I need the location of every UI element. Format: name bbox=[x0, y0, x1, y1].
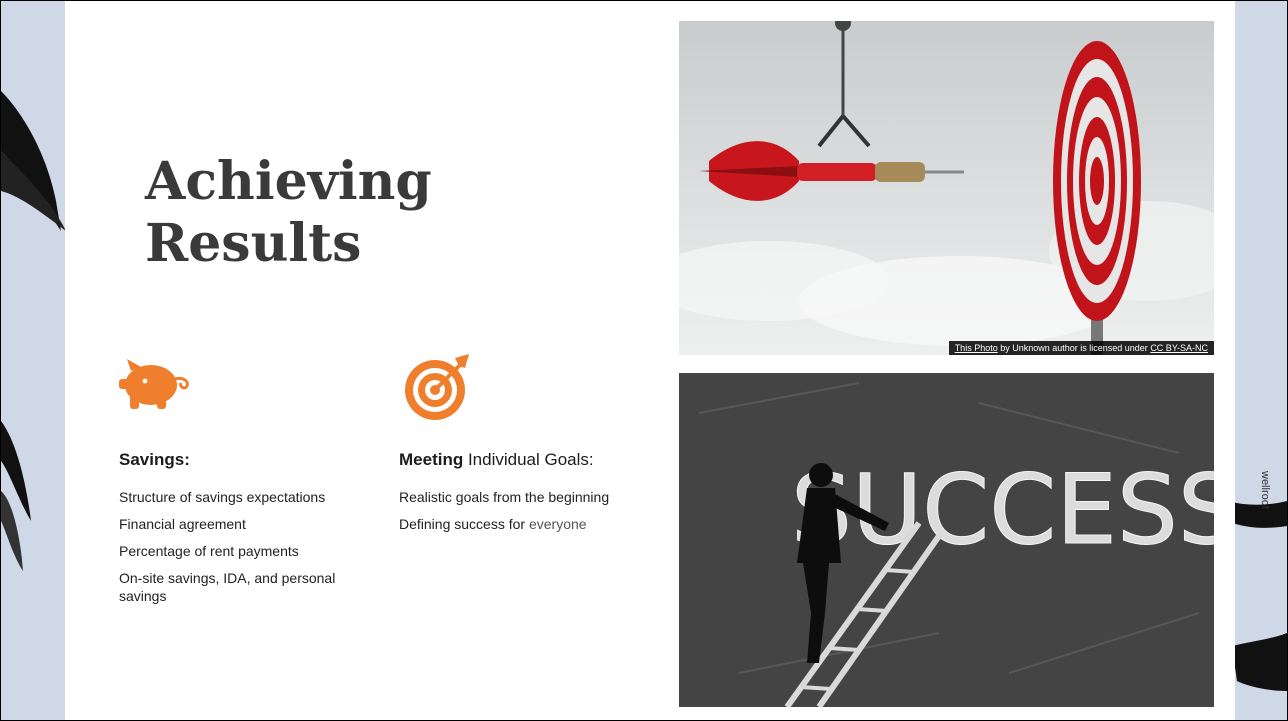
savings-item: On-site savings, IDA, and personal savin… bbox=[119, 570, 336, 604]
title-line-2: Results bbox=[145, 213, 362, 274]
goals-item: Realistic goals from the beginning bbox=[399, 489, 610, 505]
savings-heading: Savings: bbox=[119, 450, 190, 469]
side-logo-text: wellroot bbox=[1259, 471, 1271, 509]
savings-item: Structure of savings expectations bbox=[119, 489, 326, 505]
goals-heading: Meeting Individual Goals: bbox=[399, 450, 659, 470]
savings-item: Financial agreement bbox=[119, 516, 246, 532]
goals-item-text: Defining success for bbox=[399, 516, 529, 532]
slide-frame: Achieving Results Savings: Structure of … bbox=[0, 0, 1288, 721]
caption-photo-link[interactable]: This Photo bbox=[955, 343, 998, 353]
brush-stroke-left bbox=[1, 91, 66, 571]
dart-target-photo: This Photo by Unknown author is licensed… bbox=[679, 21, 1214, 355]
success-chalkboard-photo: SUCCESS bbox=[679, 373, 1214, 707]
slide-title: Achieving Results bbox=[145, 151, 432, 275]
goals-heading-rest: Individual Goals: bbox=[463, 450, 594, 469]
photo-caption: This Photo by Unknown author is licensed… bbox=[948, 341, 1214, 355]
savings-column: Savings: Structure of savings expectatio… bbox=[119, 450, 369, 614]
caption-text: by Unknown author is licensed under bbox=[997, 343, 1151, 353]
goals-item-suffix: everyone bbox=[528, 516, 587, 532]
target-arrow-icon bbox=[401, 352, 475, 429]
goals-column: Meeting Individual Goals: Realistic goal… bbox=[399, 450, 659, 542]
savings-item: Percentage of rent payments bbox=[119, 543, 299, 559]
title-line-1: Achieving bbox=[145, 151, 432, 212]
brush-stroke-right bbox=[1227, 501, 1287, 691]
caption-license-link[interactable]: CC BY-SA-NC bbox=[1150, 343, 1208, 353]
piggy-bank-icon bbox=[117, 357, 201, 416]
goals-item: Defining success for everyone bbox=[399, 515, 659, 533]
goals-heading-bold: Meeting bbox=[399, 450, 464, 469]
